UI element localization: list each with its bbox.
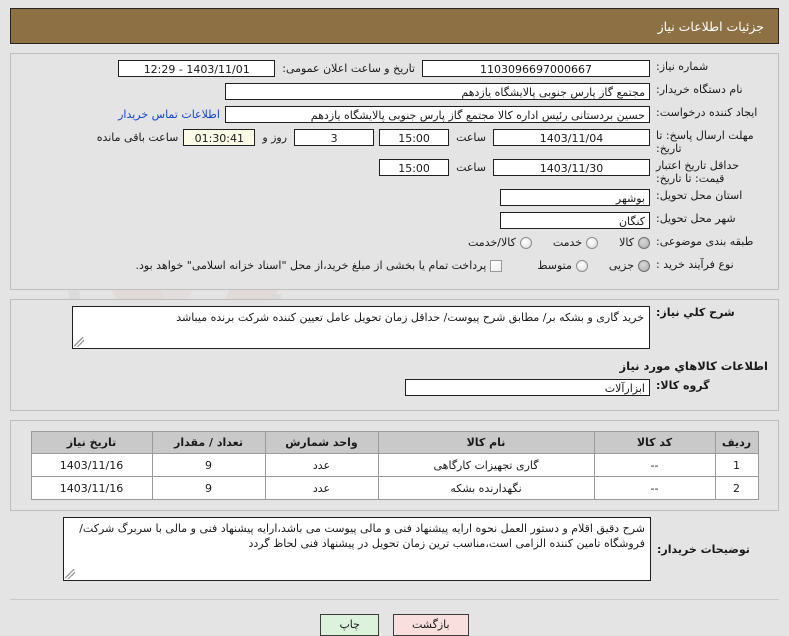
column-header-name: نام کالا — [377, 431, 595, 454]
row-subject-classification: طبقه بندی موضوعی: کالا خدمت کالا/خدمت — [19, 235, 770, 254]
page-title: جزئیات اطلاعات نیاز — [657, 18, 764, 34]
announce-label: تاریخ و ساعت اعلان عمومی: — [282, 62, 415, 75]
cell-unit: عدد — [264, 476, 379, 500]
footer-divider — [10, 599, 779, 600]
row-goods-group: گروه کالا: ابزارآلات — [19, 379, 770, 398]
remaining-suffix-label: ساعت باقی مانده — [96, 131, 179, 144]
province-field[interactable]: بوشهر — [500, 189, 650, 206]
column-header-unit: واحد شمارش — [264, 431, 379, 454]
city-label: شهر محل تحویل: — [656, 212, 736, 225]
price-validity-label: حداقل تاریخ اعتبار قیمت: تا تاریخ: — [656, 159, 740, 185]
cell-quantity: 9 — [151, 453, 266, 477]
price-validity-hour-label: ساعت — [456, 161, 486, 174]
row-buyer-org: نام دستگاه خریدار: مجتمع گاز پارس جنوبی … — [19, 83, 770, 102]
radio-label-motavaset: متوسط — [537, 259, 572, 272]
table-header-row: ردیف کد کالا نام کالا واحد شمارش تعداد /… — [30, 431, 759, 454]
row-buyer-note: توضیحات خریدار: شرح دقیق اقلام و دستور ا… — [18, 517, 771, 581]
buyer-org-field[interactable]: مجتمع گاز پارس جنوبی پالایشگاه یازدهم — [225, 83, 650, 100]
column-header-date: تاریخ نیاز — [30, 431, 153, 454]
row-province: استان محل تحویل: بوشهر — [19, 189, 770, 208]
need-summary-textarea[interactable]: خرید گاری و بشکه بر/ مطابق شرح پیوست/ حد… — [72, 306, 650, 349]
row-city: شهر محل تحویل: کنگان — [19, 212, 770, 231]
remaining-days-label: روز و — [262, 131, 288, 144]
province-label: استان محل تحویل: — [656, 189, 743, 202]
goods-table-panel: ردیف کد کالا نام کالا واحد شمارش تعداد /… — [10, 420, 779, 511]
subject-class-label: طبقه بندی موضوعی: — [656, 235, 754, 248]
price-validity-time-field[interactable]: 15:00 — [379, 159, 450, 176]
column-header-code: کد کالا — [593, 431, 716, 454]
cell-quantity: 9 — [151, 476, 266, 500]
row-need-number: شماره نیاز: 1103096697000667 تاریخ و ساع… — [19, 60, 770, 79]
deadline-time-field[interactable]: 15:00 — [379, 129, 450, 146]
need-summary-panel: شرح کلي نیاز: خرید گاری و بشکه بر/ مطابق… — [10, 299, 779, 411]
treasury-bond-checkbox-group[interactable]: پرداخت تمام یا بخشی از مبلغ خرید،از محل … — [136, 259, 503, 272]
deadline-label: مهلت ارسال پاسخ: تا تاریخ: — [656, 129, 754, 155]
table-row: 1 -- گاری تجهیزات کارگاهی عدد 9 1403/11/… — [30, 453, 759, 477]
cell-name: گاری تجهیزات کارگاهی — [377, 453, 595, 477]
remaining-days-field[interactable]: 3 — [294, 129, 375, 146]
creator-label: ایجاد کننده درخواست: — [656, 106, 758, 119]
row-reply-deadline: مهلت ارسال پاسخ: تا تاریخ: 1403/11/04 سا… — [19, 129, 770, 155]
table-row: 2 -- نگهدارنده بشکه عدد 9 1403/11/16 — [30, 476, 759, 500]
column-header-quantity: تعداد / مقدار — [151, 431, 266, 454]
footer-actions: بازگشت چاپ — [0, 614, 789, 636]
radio-label-jozei: جزیی — [608, 259, 634, 272]
cell-date: 1403/11/16 — [30, 476, 153, 500]
buyer-org-label: نام دستگاه خریدار: — [656, 83, 743, 96]
announce-datetime-field[interactable]: 1403/11/01 - 12:29 — [118, 60, 276, 77]
row-process-type: نوع فرآیند خرید : جزیی متوسط پرداخت تمام… — [19, 258, 770, 277]
remaining-countdown-field: 01:30:41 — [183, 129, 256, 146]
row-price-validity: حداقل تاریخ اعتبار قیمت: تا تاریخ: 1403/… — [19, 159, 770, 185]
deadline-date-field[interactable]: 1403/11/04 — [493, 129, 650, 146]
city-field[interactable]: کنگان — [500, 212, 650, 229]
radio-icon-kala[interactable] — [638, 236, 650, 249]
need-info-panel: شماره نیاز: 1103096697000667 تاریخ و ساع… — [10, 53, 779, 290]
creator-field[interactable]: حسین بردستانی رئیس اداره کالا مجتمع گاز … — [225, 106, 650, 123]
buyer-note-panel: توضیحات خریدار: شرح دقیق اقلام و دستور ا… — [10, 515, 779, 593]
need-number-label: شماره نیاز: — [656, 60, 709, 73]
price-validity-date-field[interactable]: 1403/11/30 — [493, 159, 650, 176]
cell-code: -- — [593, 476, 716, 500]
radio-label-khedmat: خدمت — [552, 236, 583, 249]
cell-name: نگهدارنده بشکه — [377, 476, 595, 500]
cell-row-number: 2 — [714, 476, 759, 500]
radio-option-jozei[interactable]: جزیی — [609, 259, 650, 272]
cell-date: 1403/11/16 — [30, 453, 153, 477]
radio-option-kala[interactable]: کالا — [619, 236, 650, 249]
column-header-row: ردیف — [714, 431, 759, 454]
cell-unit: عدد — [264, 453, 379, 477]
buyer-contact-link[interactable]: اطلاعات تماس خریدار — [118, 108, 220, 121]
need-number-field[interactable]: 1103096697000667 — [422, 60, 650, 77]
page-header: جزئیات اطلاعات نیاز — [10, 8, 779, 44]
process-type-label: نوع فرآیند خرید : — [656, 258, 734, 271]
back-button[interactable]: بازگشت — [392, 614, 469, 636]
radio-icon-kala-khedmat[interactable] — [519, 236, 532, 249]
radio-icon-khedmat[interactable] — [586, 236, 599, 249]
radio-icon-jozei[interactable] — [638, 259, 650, 272]
print-button[interactable]: چاپ — [320, 614, 379, 636]
row-need-summary: شرح کلي نیاز: خرید گاری و بشکه بر/ مطابق… — [19, 306, 770, 349]
goods-group-field[interactable]: ابزارآلات — [405, 379, 650, 396]
treasury-bond-checkbox[interactable] — [490, 259, 503, 272]
goods-section-title: اطلاعات کالاهاي مورد نیاز — [619, 359, 768, 373]
radio-option-kala-khedmat[interactable]: کالا/خدمت — [468, 236, 532, 249]
treasury-bond-note: پرداخت تمام یا بخشی از مبلغ خرید،از محل … — [135, 259, 487, 272]
cell-code: -- — [593, 453, 716, 477]
deadline-hour-label: ساعت — [456, 131, 486, 144]
row-request-creator: ایجاد کننده درخواست: حسین بردستانی رئیس … — [19, 106, 770, 125]
goods-group-label: گروه کالا: — [656, 379, 710, 392]
radio-label-kala: کالا — [619, 236, 634, 249]
goods-table: ردیف کد کالا نام کالا واحد شمارش تعداد /… — [30, 431, 759, 500]
radio-option-motavaset[interactable]: متوسط — [537, 259, 588, 272]
radio-option-khedmat[interactable]: خدمت — [552, 236, 599, 249]
cell-row-number: 1 — [714, 453, 759, 477]
buyer-note-label: توضیحات خریدار: — [657, 542, 750, 556]
radio-icon-motavaset[interactable] — [575, 259, 588, 272]
need-summary-label: شرح کلي نیاز: — [656, 306, 735, 319]
radio-label-kala-khedmat: کالا/خدمت — [468, 236, 516, 249]
buyer-note-textarea[interactable]: شرح دقیق اقلام و دستور العمل نحوه ارایه … — [63, 517, 651, 581]
